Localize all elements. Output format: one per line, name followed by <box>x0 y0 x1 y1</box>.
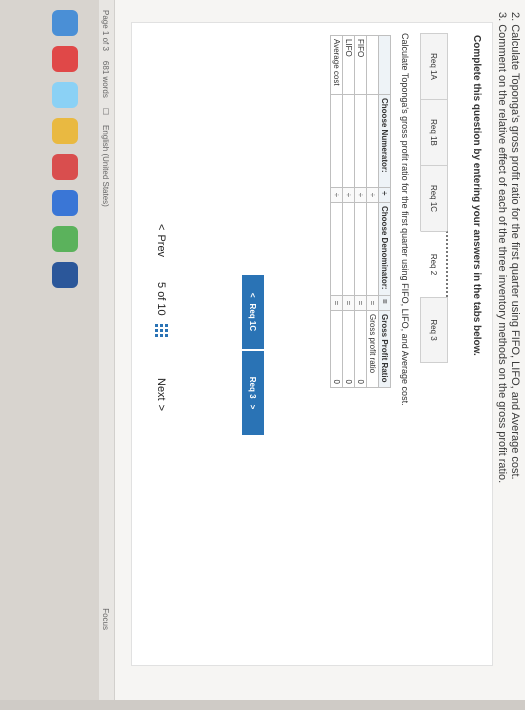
prev-req-button[interactable]: < Req 1C <box>242 275 264 349</box>
table-subheader-row: ÷ = Gross profit ratio <box>366 35 379 388</box>
next-req-button[interactable]: Req 3 > <box>242 351 264 435</box>
result-lifo: 0 <box>342 310 355 388</box>
question-pager: < Prev 5 of 10 Next > <box>149 152 173 452</box>
table-header-row: Choose Numerator: ÷ Choose Denominator: … <box>378 35 391 388</box>
divide-sign: ÷ <box>330 187 343 203</box>
chrome-icon[interactable] <box>52 154 78 180</box>
page-indicator: 5 of 10 <box>155 282 167 316</box>
tab-req-3[interactable]: Req 3 <box>420 297 448 363</box>
table-row: LIFO ÷ = 0 <box>342 35 355 388</box>
calendar-icon[interactable] <box>52 46 78 72</box>
tab-req-1a[interactable]: Req 1A <box>420 33 448 99</box>
grid-icon[interactable] <box>154 324 168 338</box>
panel-heading: Complete this question by entering your … <box>471 35 482 356</box>
question-text: Calculate Toponga's gross profit ratio f… <box>400 33 410 406</box>
messages-icon[interactable] <box>52 226 78 252</box>
prev-question-button[interactable]: < Prev <box>155 224 167 257</box>
denominator-lifo[interactable] <box>342 202 355 296</box>
gross-profit-table: Choose Numerator: ÷ Choose Denominator: … <box>330 35 391 388</box>
subheader-blank <box>366 35 379 95</box>
divide-sign: ÷ <box>342 187 355 203</box>
next-question-label: Next <box>155 378 167 401</box>
numerator-fifo[interactable] <box>354 94 367 188</box>
word-status-bar: Page 1 of 3 681 words ☐ English (United … <box>98 0 115 700</box>
equals-sign: = <box>342 295 355 311</box>
denominator-header-input[interactable] <box>367 206 378 292</box>
equals-sign: = <box>354 295 367 311</box>
numerator-header-input[interactable] <box>367 98 378 184</box>
question-total: of 10 <box>155 291 167 316</box>
header-blank <box>378 35 391 95</box>
numerator-fifo-input[interactable] <box>355 98 366 184</box>
equals-sign: = <box>366 295 379 311</box>
denominator-lifo-input[interactable] <box>343 206 354 292</box>
denominator-fifo[interactable] <box>354 202 367 296</box>
current-question: 5 <box>155 282 167 289</box>
header-equals: = <box>378 295 391 311</box>
next-req-label: Req 3 <box>248 376 258 399</box>
finder-icon[interactable] <box>52 10 78 36</box>
tab-req-1c[interactable]: Req 1C <box>420 165 448 231</box>
next-question-button[interactable]: Next > <box>155 378 167 411</box>
photos-icon[interactable] <box>52 82 78 108</box>
denominator-average-input[interactable] <box>331 206 342 292</box>
header-numerator: Choose Numerator: <box>378 94 391 188</box>
chevron-left-icon: < <box>155 224 167 231</box>
document-area: 2. Calculate Toponga's gross profit rati… <box>115 0 525 700</box>
numerator-lifo-input[interactable] <box>343 98 354 184</box>
instruction-line-3: 3. Comment on the relative effect of eac… <box>496 12 508 484</box>
tab-req-2[interactable]: Req 2 <box>420 231 448 297</box>
result-subheader: Gross profit ratio <box>366 310 379 388</box>
table-row: Average cost ÷ = 0 <box>330 35 343 388</box>
row-label-lifo: LIFO <box>342 35 355 95</box>
header-divide: ÷ <box>378 187 391 203</box>
word-icon[interactable] <box>52 262 78 288</box>
proofing-icon: ☐ <box>101 107 111 116</box>
numerator-average[interactable] <box>330 94 343 188</box>
row-label-average-cost: Average cost <box>330 35 343 95</box>
chevron-left-icon: < <box>248 292 258 298</box>
prev-question-label: Prev <box>155 234 167 258</box>
dock <box>45 0 85 710</box>
divide-sign: ÷ <box>354 187 367 203</box>
equals-sign: = <box>330 295 343 311</box>
req-tabs: Req 1A Req 1B Req 1C Req 2 Req 3 <box>420 33 448 363</box>
instructions: 2. Calculate Toponga's gross profit rati… <box>495 12 521 483</box>
page-count: Page 1 of 3 <box>101 10 111 51</box>
numerator-lifo[interactable] <box>342 94 355 188</box>
row-label-fifo: FIFO <box>354 35 367 95</box>
table-row: FIFO ÷ = 0 <box>354 35 367 388</box>
numerator-average-input[interactable] <box>331 98 342 184</box>
numerator-select-header[interactable] <box>366 94 379 188</box>
denominator-average[interactable] <box>330 202 343 296</box>
rotated-screen: 2. Calculate Toponga's gross profit rati… <box>0 0 525 700</box>
word-count: 681 words <box>101 60 111 98</box>
notes-icon[interactable] <box>52 118 78 144</box>
tab-req-1b[interactable]: Req 1B <box>420 99 448 165</box>
app-store-icon[interactable] <box>52 190 78 216</box>
focus-button[interactable]: Focus <box>102 608 111 630</box>
chevron-right-icon: > <box>155 404 167 412</box>
divide-sign: ÷ <box>366 187 379 203</box>
denominator-fifo-input[interactable] <box>355 206 366 292</box>
header-gross-profit-ratio: Gross Profit Ratio <box>378 310 391 388</box>
result-fifo: 0 <box>354 310 367 388</box>
chevron-right-icon: > <box>248 404 258 410</box>
instruction-line-2: 2. Calculate Toponga's gross profit rati… <box>509 12 521 480</box>
prev-req-label: Req 1C <box>248 303 258 332</box>
language-status[interactable]: English (United States) <box>102 125 111 207</box>
denominator-select-header[interactable] <box>366 202 379 296</box>
header-denominator: Choose Denominator: <box>378 202 391 296</box>
result-average-cost: 0 <box>330 310 343 388</box>
question-panel: Complete this question by entering your … <box>131 22 493 666</box>
